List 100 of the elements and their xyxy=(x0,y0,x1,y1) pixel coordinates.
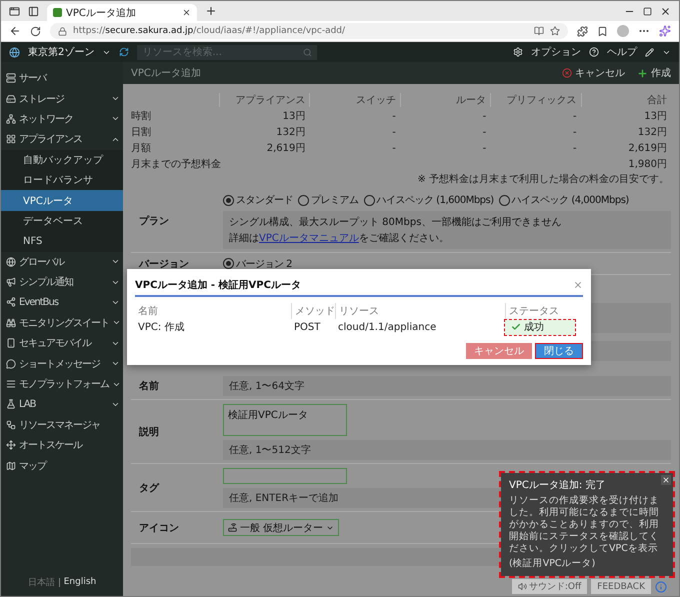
sidebar-subitem[interactable]: VPCルータ xyxy=(1,190,123,211)
radio-option[interactable]: プレミアム xyxy=(298,193,358,207)
sidebar-item[interactable]: オートスケール xyxy=(1,435,123,456)
table-cell-text: VPC: 作成 xyxy=(137,320,186,334)
maximize-icon[interactable] xyxy=(643,6,652,16)
radio-option[interactable]: スタンダード xyxy=(223,193,293,207)
sidebar-item[interactable]: EventBus xyxy=(1,292,123,313)
map-icon xyxy=(6,460,16,471)
table-cell-text: - xyxy=(482,110,488,122)
language-link[interactable]: English xyxy=(64,577,96,587)
notification-toast[interactable]: VPCルータ追加: 完了 リソースの作成要求を受け付けました。利用可能になるまでに時間がかかることありますので、利用開始前にステータスを確認してください。クリックしてVPCを表示 (検証用VPCルータ) xyxy=(501,473,673,576)
sidebar-item[interactable]: アプライアンス xyxy=(1,129,123,150)
table-cell-text: 132円 xyxy=(275,126,306,139)
sound-button[interactable]: サウンド:Off xyxy=(512,579,588,594)
table-cell-text: POST xyxy=(293,322,322,332)
share-icon xyxy=(6,297,16,308)
row-label: 時割 xyxy=(131,110,152,123)
table-cell-text: 2,619円 xyxy=(627,142,668,155)
options-link[interactable]: オプション xyxy=(531,45,581,59)
sidebar-item[interactable]: ショートメッセージ xyxy=(1,353,123,374)
close-icon xyxy=(662,476,670,484)
new-tab-icon[interactable] xyxy=(205,5,217,17)
sidebar-item[interactable]: モニタリングスイート xyxy=(1,312,123,334)
table-cell-text: - xyxy=(482,142,488,154)
close-icon[interactable] xyxy=(660,6,671,16)
column-header: 名前 xyxy=(137,305,159,319)
speaker-icon xyxy=(518,582,527,591)
sidebar-item[interactable]: マップ xyxy=(1,455,123,476)
sidebar-item[interactable]: モノプラットフォーム xyxy=(1,374,123,394)
radio-button[interactable] xyxy=(364,194,374,206)
status-badge: 成功 xyxy=(505,320,575,334)
address-bar[interactable]: https://secure.sakura.ad.jp/cloud/iaas/#!/appliance/vpc-add/ xyxy=(50,23,568,39)
sidebar-item[interactable]: セキュアモバイル xyxy=(1,333,123,354)
radio-option[interactable]: ハイスペック (4,000Mbps) xyxy=(498,193,629,207)
row-label: 月末までの予想料金 xyxy=(131,158,219,171)
close-button[interactable] xyxy=(661,475,671,485)
table-cell-text: 132円 xyxy=(636,126,668,139)
server-icon xyxy=(6,73,16,84)
sidebar-item[interactable]: グローバル xyxy=(1,252,123,272)
column-header: メソッド xyxy=(291,303,335,319)
radio-button[interactable] xyxy=(223,194,234,206)
sidebar-item[interactable]: リソースマネージャ xyxy=(1,414,123,436)
create-button[interactable]: 作成 xyxy=(637,66,671,80)
toast-title: VPCルータ追加: 完了 xyxy=(509,478,606,492)
sidebar-subitem[interactable]: 自動バックアップ xyxy=(1,150,123,170)
table-cell-text: - xyxy=(391,110,397,122)
hint-text: 任意, ENTERキーで追加 xyxy=(229,492,339,504)
sidebar-subitem[interactable]: ロードバランサ xyxy=(1,170,123,190)
refresh-icon[interactable] xyxy=(119,47,130,57)
hint-text: 任意, 1〜64文字 xyxy=(229,380,304,393)
sidebar-item[interactable]: サーバ xyxy=(1,68,123,88)
field-label: アイコン xyxy=(139,522,179,534)
table-cell-text: 2,619円 xyxy=(266,142,306,155)
radio-button[interactable] xyxy=(498,194,510,206)
back-icon[interactable] xyxy=(9,25,21,37)
close-icon[interactable] xyxy=(182,8,191,17)
browser-tab[interactable]: VPCルータ追加 xyxy=(47,4,197,21)
sidebar-subitem[interactable]: NFS xyxy=(1,231,123,252)
sidebar-item[interactable]: LAB xyxy=(1,394,123,415)
megaphone-icon xyxy=(6,277,16,288)
settings-icon xyxy=(513,47,523,57)
feedback-button[interactable]: FEEDBACK xyxy=(591,579,651,594)
table-cell-text: - xyxy=(391,126,397,138)
sidebar-subitem[interactable]: データベース xyxy=(1,210,123,232)
sidebar-item[interactable]: シンプル通知 xyxy=(1,272,123,292)
search-icon xyxy=(303,48,312,56)
favorite-icon[interactable] xyxy=(550,26,560,36)
sparkle-icon[interactable] xyxy=(659,25,671,37)
info-text: 詳細はVPCルータマニュアルをご確認ください。 xyxy=(229,232,450,245)
column-header: アプライアンス xyxy=(219,93,310,107)
help-icon xyxy=(589,47,599,57)
tag-field[interactable] xyxy=(223,468,347,484)
column-header: 合計 xyxy=(580,93,671,107)
binoculars-icon xyxy=(6,318,16,328)
dialog-title: VPCルータ追加 - 検証用VPCルータ xyxy=(135,278,301,292)
favorites-icon[interactable] xyxy=(597,26,608,36)
radio-option[interactable]: ハイスペック (1,600Mbps) xyxy=(364,193,494,207)
tab-actions-icon[interactable] xyxy=(28,6,39,16)
zone-selector[interactable]: 東京第2ゾーン xyxy=(28,45,94,59)
extension-icon[interactable] xyxy=(577,26,588,36)
description-field[interactable]: 検証用VPCルータ xyxy=(223,404,347,436)
network-icon xyxy=(6,114,16,124)
sidebar-item[interactable]: ストレージ xyxy=(1,88,123,109)
flask-icon xyxy=(6,399,16,410)
column-header: スイッチ xyxy=(309,93,400,107)
lock-icon xyxy=(58,26,67,36)
radio-button[interactable] xyxy=(298,194,309,206)
row-label: 日割 xyxy=(131,126,152,139)
help-link[interactable]: ヘルプ xyxy=(607,45,637,59)
workspaces-icon[interactable] xyxy=(9,6,20,16)
table-cell-text: - xyxy=(391,142,397,154)
refresh-icon[interactable] xyxy=(30,26,41,36)
field-label: 説明 xyxy=(139,426,159,438)
move-arrows-icon xyxy=(6,440,16,450)
close-button[interactable]: 閉じる xyxy=(535,343,583,359)
hard-drive-icon xyxy=(6,94,16,104)
cancel-button[interactable]: キャンセル xyxy=(562,66,625,80)
favicon-icon xyxy=(53,8,62,17)
icon-select[interactable]: 一般 仮想ルーター xyxy=(223,519,340,536)
sidebar-item[interactable]: ネットワーク xyxy=(1,108,123,130)
